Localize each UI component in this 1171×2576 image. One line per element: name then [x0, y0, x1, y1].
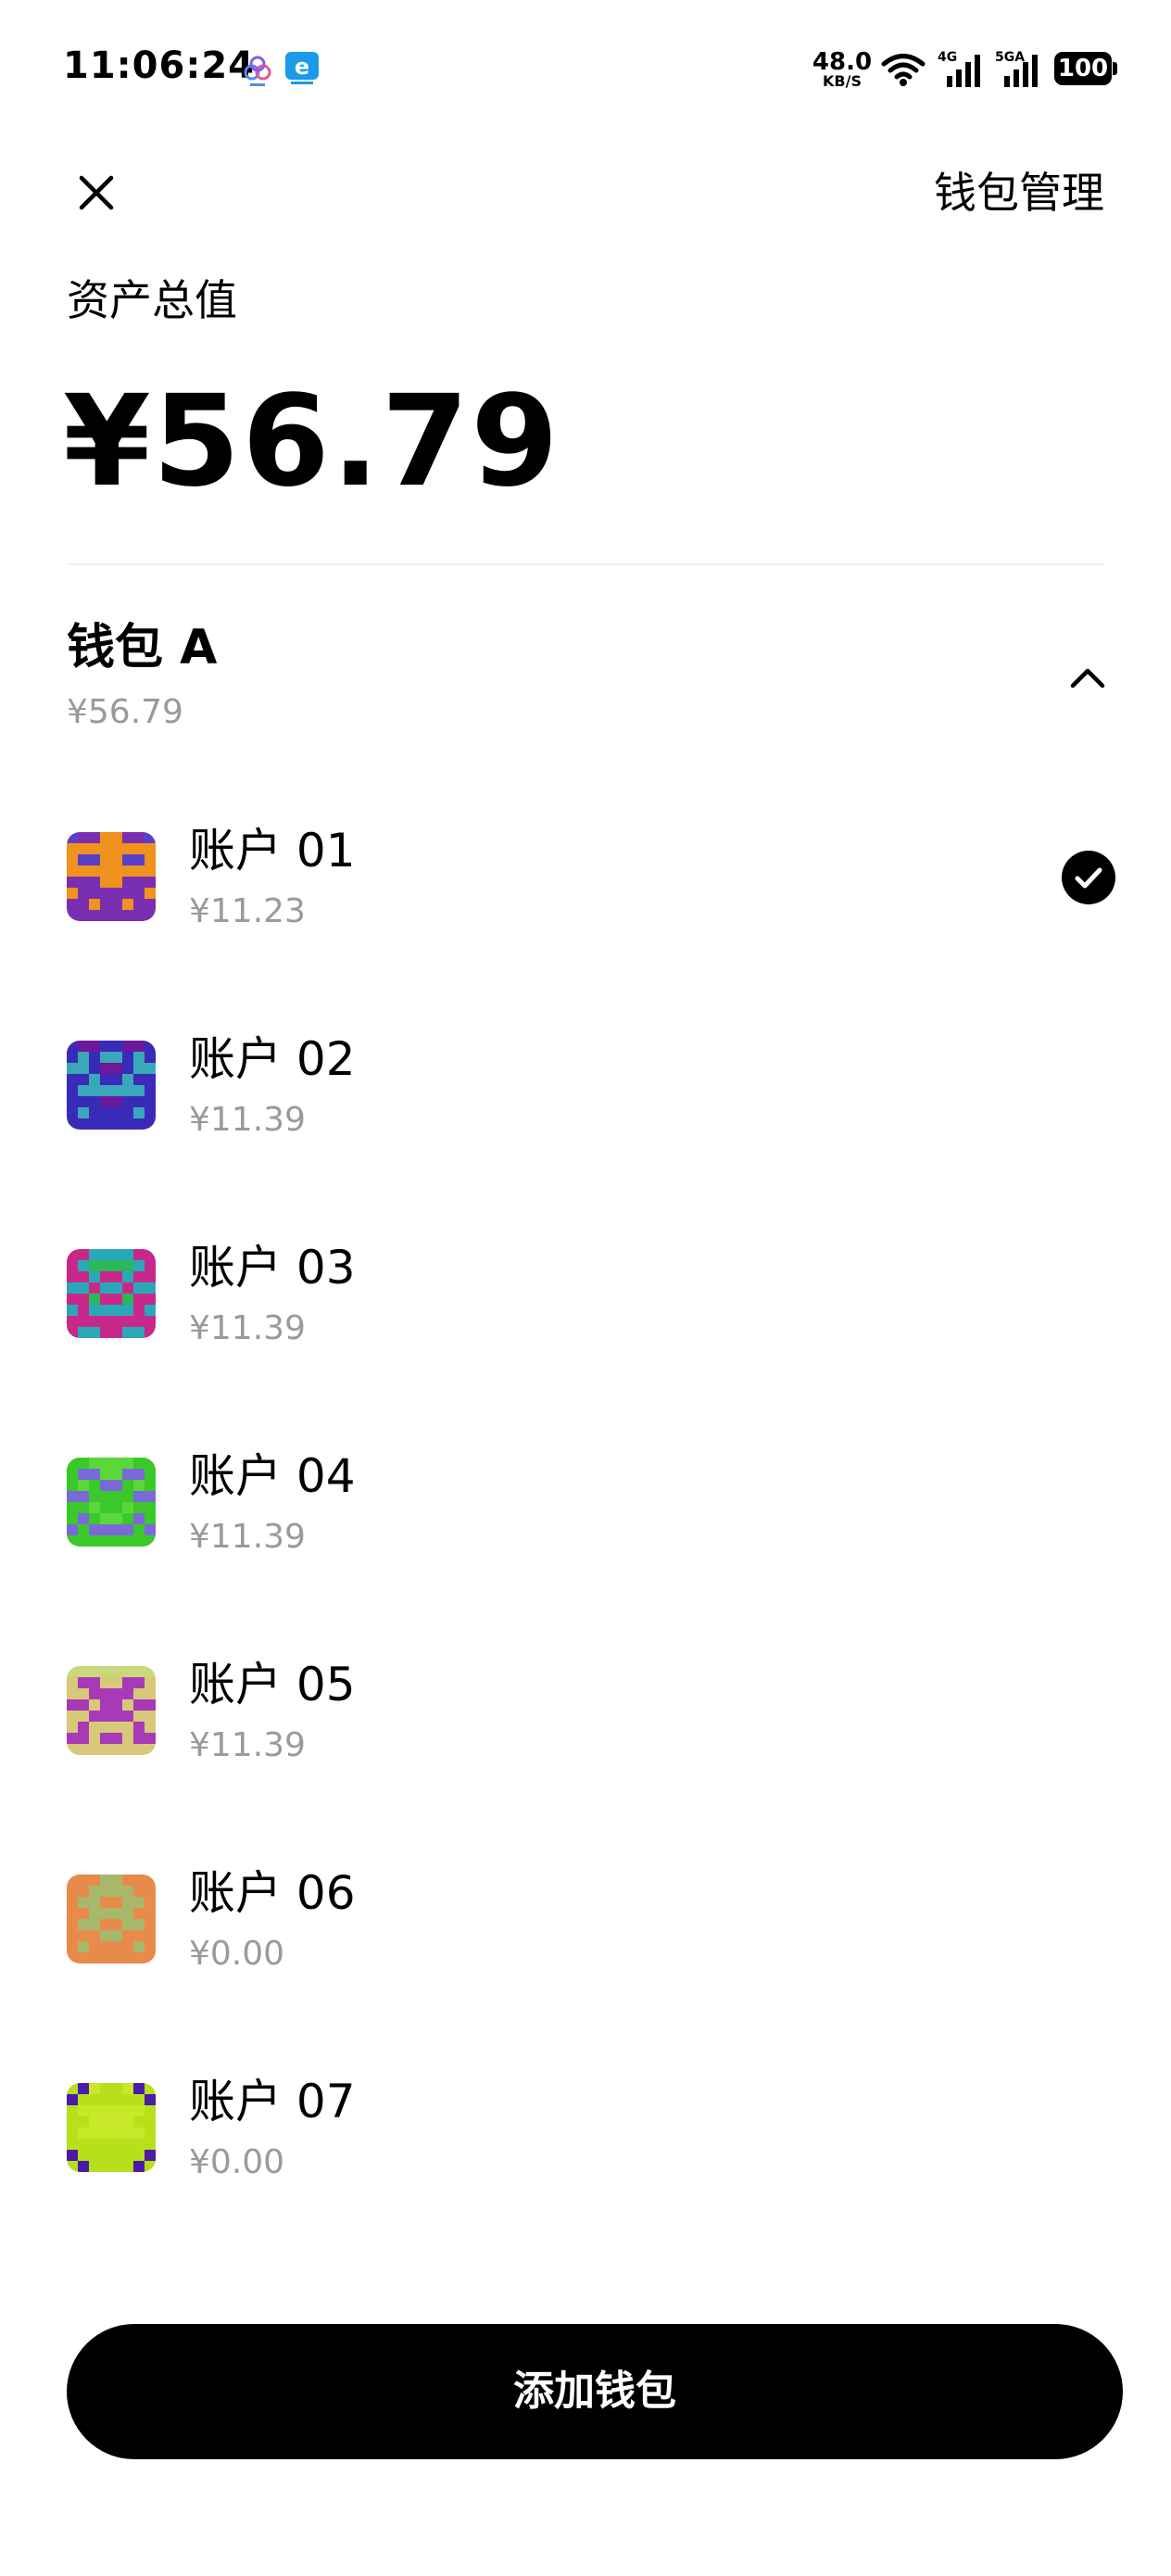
account-item[interactable]: 账户 03 ¥11.39 [0, 1195, 1171, 1405]
network-speed-value: 48.0 [812, 48, 873, 76]
wallet-manage-link[interactable]: 钱包管理 [934, 165, 1104, 221]
wallet-collapse-button[interactable] [1060, 650, 1115, 706]
account-item[interactable]: 账户 01 ¥11.23 [0, 778, 1171, 988]
wallet-balance: ¥56.79 [67, 693, 183, 731]
account-name: 账户 03 [189, 1241, 356, 1294]
account-balance: ¥11.39 [189, 1726, 306, 1764]
browser-notification-icon: e [283, 50, 321, 87]
account-balance: ¥11.39 [189, 1101, 306, 1139]
account-item[interactable]: 账户 02 ¥11.39 [0, 987, 1171, 1196]
account-avatar [67, 1249, 156, 1338]
account-name: 账户 06 [189, 1866, 356, 1920]
check-circle-icon [1062, 851, 1115, 904]
account-balance: ¥11.39 [189, 1309, 306, 1347]
network-speed-unit: KB/S [823, 72, 862, 90]
account-avatar [67, 1041, 156, 1130]
wallet-title[interactable]: 钱包 A [67, 617, 217, 678]
divider [67, 563, 1104, 565]
account-balance: ¥11.23 [189, 892, 306, 930]
account-avatar [67, 1458, 156, 1547]
account-item[interactable]: 账户 07 ¥0.00 [0, 2029, 1171, 2239]
app-notification-icon [239, 52, 276, 89]
signal-4g-icon: 4G [938, 50, 986, 89]
account-name: 账户 07 [189, 2075, 356, 2128]
battery-icon: 100 [1054, 52, 1119, 85]
account-name: 账户 04 [189, 1449, 356, 1503]
total-assets-label: 资产总值 [67, 275, 237, 325]
signal-5ga-icon: 5GA [995, 50, 1043, 89]
account-avatar [67, 1666, 156, 1755]
total-assets-value: ¥56.79 [63, 369, 560, 515]
account-balance: ¥0.00 [189, 1935, 285, 1973]
account-name: 账户 01 [189, 824, 356, 878]
account-balance: ¥0.00 [189, 2143, 285, 2181]
status-bar: 11:06:24 e 48.0 KB/S 4G 5GA 100 [0, 0, 1171, 139]
account-item[interactable]: 账户 06 ¥0.00 [0, 1821, 1171, 2030]
battery-level: 100 [1054, 52, 1112, 85]
chevron-up-icon [1070, 668, 1105, 688]
account-balance: ¥11.39 [189, 1518, 306, 1556]
account-name: 账户 02 [189, 1032, 356, 1086]
battery-tip [1113, 62, 1117, 75]
account-name: 账户 05 [189, 1658, 356, 1711]
add-wallet-button[interactable]: 添加钱包 [67, 2324, 1123, 2459]
account-list: 账户 01 ¥11.23 账户 02 ¥11.39 账户 03 ¥11.39 账户 04 ¥1… [0, 778, 1171, 2279]
account-item[interactable]: 账户 05 ¥11.39 [0, 1612, 1171, 1822]
account-avatar [67, 832, 156, 921]
svg-text:e: e [295, 54, 309, 80]
account-item[interactable]: 账户 04 ¥11.39 [0, 1404, 1171, 1613]
status-time: 11:06:24 [63, 44, 255, 87]
signal-4g-label: 4G [938, 50, 958, 65]
account-avatar [67, 1875, 156, 1964]
signal-5ga-label: 5GA [995, 50, 1026, 65]
wifi-icon [880, 52, 926, 87]
close-icon [79, 175, 114, 210]
close-button[interactable] [67, 163, 126, 222]
account-avatar [67, 2083, 156, 2172]
network-speed: 48.0 KB/S [812, 50, 873, 89]
